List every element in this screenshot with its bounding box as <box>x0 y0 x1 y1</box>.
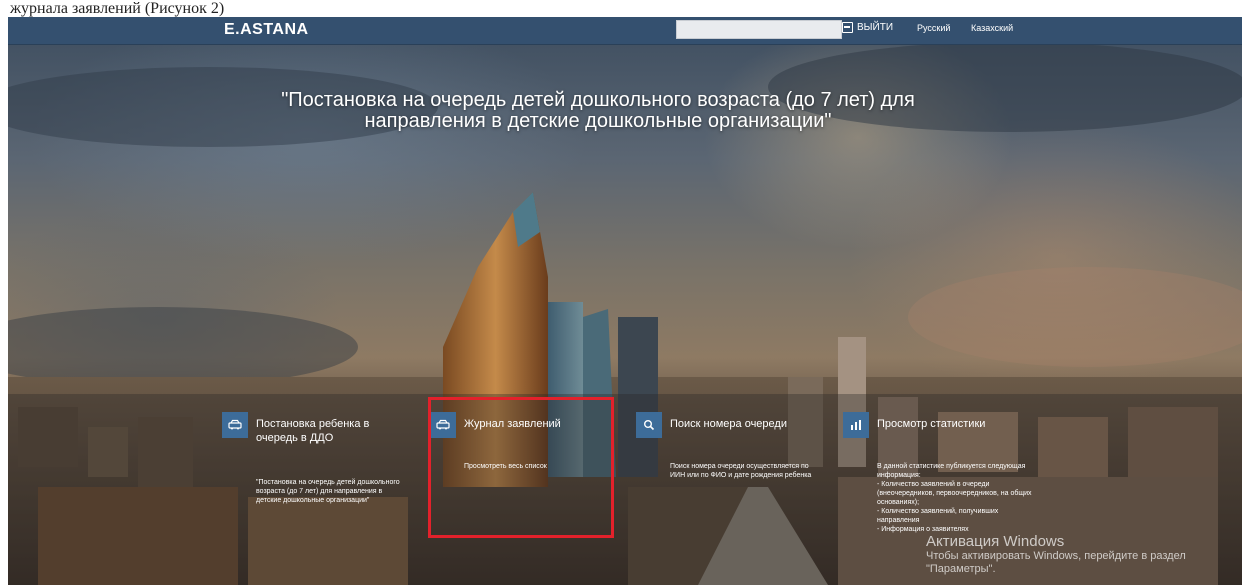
card-title[interactable]: Просмотр статистики <box>877 417 985 431</box>
watermark-subtitle: Чтобы активировать Windows, перейдите в … <box>926 550 1186 575</box>
site-logo[interactable]: E.ASTANA <box>224 21 309 39</box>
card-description: "Постановка на очередь детей дошкольного… <box>256 479 400 504</box>
search-icon <box>636 412 662 438</box>
stats-desc-line: В данной статистике публикуется следующа… <box>877 463 1026 479</box>
card-title-line-2: очередь в ДДО <box>256 432 334 444</box>
app-window: E.ASTANA ВЫЙТИ Русский Казахский "Постан… <box>8 17 1242 585</box>
top-navigation-bar: E.ASTANA ВЫЙТИ Русский Казахский <box>8 17 1242 45</box>
windows-activation-watermark: Активация Windows Чтобы активировать Win… <box>926 533 1242 576</box>
watermark-title: Активация Windows <box>926 533 1065 550</box>
language-russian-link[interactable]: Русский <box>917 23 950 33</box>
hero-title-line-1: "Постановка на очередь детей дошкольного… <box>281 89 915 111</box>
hero-title: "Постановка на очередь детей дошкольного… <box>238 90 958 132</box>
bar-chart-icon <box>843 412 869 438</box>
header-search-input[interactable] <box>676 20 842 39</box>
card-description: В данной статистике публикуется следующа… <box>877 462 1035 534</box>
document-caption: журнала заявлений (Рисунок 2) <box>0 0 1245 18</box>
card-title[interactable]: Постановка ребенка в очередь в ДДО <box>256 417 369 445</box>
logout-button[interactable]: ВЫЙТИ <box>842 22 893 33</box>
language-kazakh-link[interactable]: Казахский <box>971 23 1013 33</box>
logout-label: ВЫЙТИ <box>857 22 894 33</box>
card-description: Поиск номера очереди осуществляется по И… <box>670 463 812 479</box>
highlight-frame <box>428 397 614 538</box>
hero-title-line-2: направления в детские дошкольные организ… <box>364 110 832 132</box>
stats-desc-line: - Количество заявлений в очереди (внеоче… <box>877 481 1032 506</box>
logout-icon <box>842 22 853 33</box>
car-icon <box>222 412 248 438</box>
stats-desc-line: - Количество заявлений, получивших напра… <box>877 508 999 524</box>
card-title-line-1: Постановка ребенка в <box>256 418 370 430</box>
card-title[interactable]: Поиск номера очереди <box>670 417 787 431</box>
